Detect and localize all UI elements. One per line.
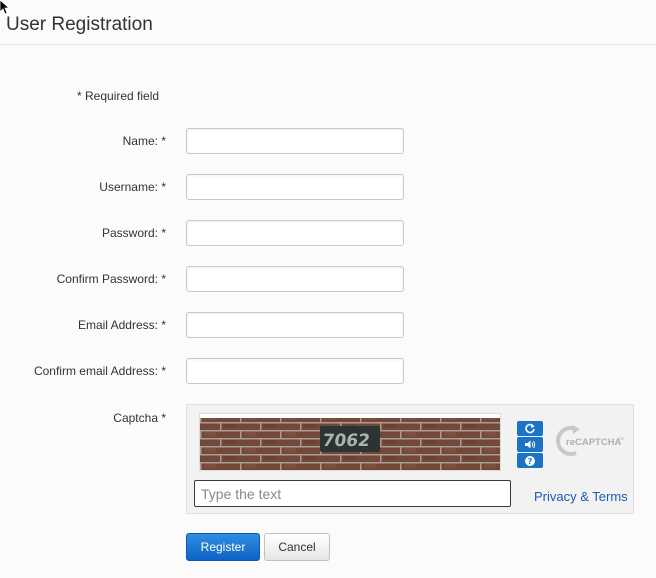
- captcha-brick-image: 7062: [200, 418, 500, 470]
- name-label: Name: *: [122, 134, 166, 148]
- confirm-password-row: Confirm Password: *: [0, 266, 656, 294]
- password-input[interactable]: [186, 220, 404, 246]
- recaptcha-logo-text: reCAPTCHA: [566, 437, 622, 448]
- confirm-password-label: Confirm Password: *: [56, 272, 166, 286]
- email-input[interactable]: [186, 312, 404, 338]
- privacy-terms-link[interactable]: Privacy & Terms: [534, 489, 628, 504]
- help-icon: ?: [525, 455, 535, 466]
- audio-icon: [525, 440, 536, 449]
- username-label: Username: *: [99, 180, 166, 194]
- captcha-help-button[interactable]: ?: [517, 453, 543, 468]
- captcha-label: Captcha *: [113, 411, 166, 425]
- username-input[interactable]: [186, 174, 404, 200]
- required-field-note: * Required field: [77, 89, 160, 103]
- username-row: Username: *: [0, 174, 656, 202]
- confirm-email-label: Confirm email Address: *: [33, 364, 166, 378]
- confirm-password-input[interactable]: [186, 266, 404, 292]
- svg-text:?: ?: [528, 457, 533, 466]
- captcha-audio-button[interactable]: [517, 437, 543, 452]
- mouse-cursor-icon: [0, 0, 10, 14]
- refresh-icon: [525, 423, 535, 434]
- email-label: Email Address: *: [77, 318, 166, 332]
- email-row: Email Address: *: [0, 312, 656, 340]
- password-label: Password: *: [101, 226, 166, 240]
- captcha-image-text: 7062: [321, 431, 371, 451]
- page-title: User Registration: [6, 14, 153, 35]
- captcha-widget: 7062 ? reCAPTCHA TM Privacy & Terms: [186, 404, 634, 514]
- recaptcha-logo: reCAPTCHA TM: [556, 425, 624, 456]
- cancel-button[interactable]: Cancel: [264, 533, 330, 561]
- confirm-email-input[interactable]: [186, 358, 404, 384]
- register-button[interactable]: Register: [186, 533, 260, 561]
- confirm-email-row: Confirm email Address: *: [0, 358, 656, 386]
- title-divider: [0, 44, 656, 45]
- name-input[interactable]: [186, 128, 404, 154]
- captcha-refresh-button[interactable]: [517, 421, 543, 436]
- password-row: Password: *: [0, 220, 656, 248]
- recaptcha-tm-text: TM: [618, 436, 624, 441]
- captcha-image: 7062: [199, 413, 501, 471]
- captcha-input[interactable]: [194, 480, 511, 507]
- name-row: Name: *: [0, 128, 656, 156]
